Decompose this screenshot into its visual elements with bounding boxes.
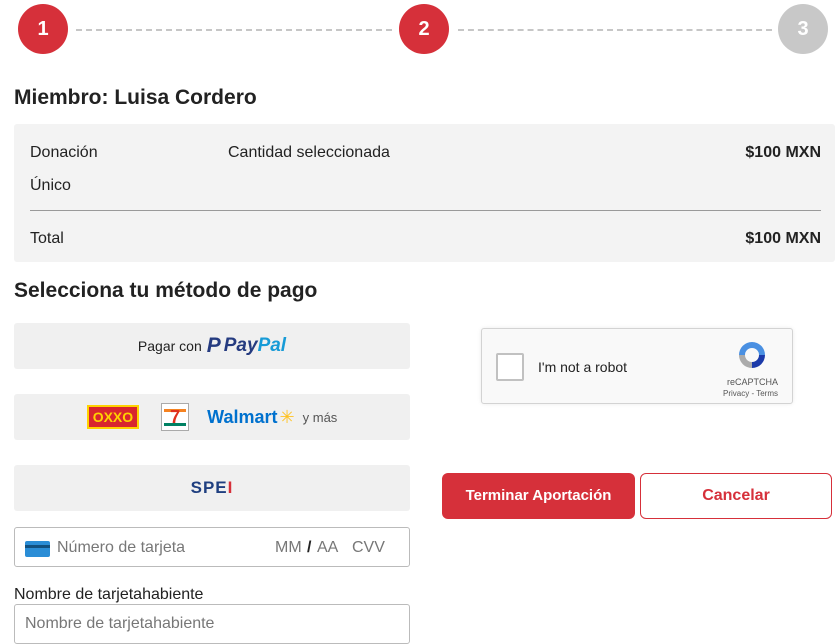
step-2-indicator: 2	[399, 4, 449, 54]
spei-logo-icon: SPEI	[190, 478, 234, 497]
paypal-logo-icon: P	[206, 334, 221, 357]
paypal-button[interactable]: Pagar con P PayPal	[14, 323, 410, 369]
donation-label: Donación	[30, 144, 98, 161]
more-stores-label: y más	[302, 409, 338, 425]
step-connector	[76, 29, 392, 31]
cardholder-label: Nombre de tarjetahabiente	[14, 586, 204, 603]
card-number-placeholder[interactable]: Número de tarjeta	[57, 539, 185, 557]
total-label: Total	[30, 230, 64, 247]
paypal-prefix: Pagar con	[137, 338, 202, 354]
cancel-button[interactable]: Cancelar	[640, 473, 832, 519]
payment-method-title: Selecciona tu método de pago	[14, 279, 318, 302]
summary-divider	[30, 210, 821, 211]
donation-amount: $100 MXN	[745, 144, 821, 161]
card-year-placeholder[interactable]: AA	[317, 539, 338, 557]
selected-amount-label: Cantidad seleccionada	[228, 144, 390, 161]
seven-eleven-logo-icon: 7	[161, 403, 190, 431]
recaptcha-logo-icon	[739, 342, 765, 368]
recaptcha-widget: I'm not a robot reCAPTCHA Privacy - Term…	[481, 328, 793, 404]
submit-donation-button[interactable]: Terminar Aportación	[442, 473, 635, 519]
card-cvv-placeholder[interactable]: CVV	[352, 539, 385, 557]
card-input[interactable]: Número de tarjeta MM / AA CVV	[14, 527, 410, 567]
oxxo-logo-icon: OXXO	[86, 405, 140, 429]
paypal-wordmark: PayPal	[223, 335, 287, 356]
recaptcha-checkbox[interactable]	[496, 353, 524, 381]
recaptcha-label: I'm not a robot	[538, 359, 628, 375]
total-amount: $100 MXN	[745, 230, 821, 247]
cash-payment-button[interactable]: OXXO 7 Walmart ✳ y más	[14, 394, 410, 440]
donation-frequency: Único	[30, 177, 71, 194]
member-title: Miembro: Luisa Cordero	[14, 86, 257, 109]
credit-card-icon	[25, 541, 50, 557]
walmart-logo: Walmart	[207, 406, 278, 427]
progress-stepper: 1 2 3	[0, 0, 835, 60]
spei-button[interactable]: SPEI	[14, 465, 410, 511]
step-1-indicator: 1	[18, 4, 68, 54]
donation-summary: Donación Cantidad seleccionada $100 MXN …	[14, 124, 835, 262]
step-3-indicator: 3	[778, 4, 828, 54]
cardholder-name-input[interactable]	[14, 604, 410, 644]
date-separator: /	[307, 539, 312, 556]
step-connector	[458, 29, 772, 31]
recaptcha-brand: reCAPTCHA	[726, 377, 778, 387]
card-month-placeholder[interactable]: MM	[275, 539, 302, 557]
recaptcha-links[interactable]: Privacy - Terms	[723, 389, 778, 398]
walmart-spark-icon: ✳	[279, 406, 295, 427]
